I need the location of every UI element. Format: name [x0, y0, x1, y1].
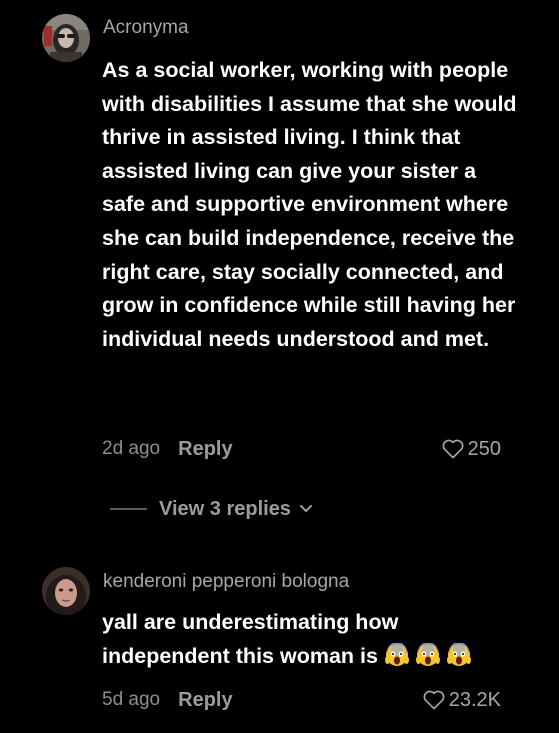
timestamp: 5d ago: [102, 689, 161, 710]
comment-text-content: yall are underestimating how independent…: [102, 610, 399, 668]
comment-text: yall are underestimating how independent…: [102, 606, 532, 673]
divider-line: [110, 508, 147, 510]
avatar[interactable]: [42, 14, 90, 62]
screaming-face-emoji: [384, 642, 409, 666]
like-button[interactable]: 23.2K: [423, 687, 501, 713]
comment-text: As a social worker, working with people …: [102, 58, 517, 351]
comment-meta: 5d ago Reply: [102, 687, 233, 713]
username[interactable]: kenderoni pepperoni bologna: [103, 571, 349, 593]
timestamp: 2d ago: [102, 438, 161, 459]
like-count: 23.2K: [448, 688, 501, 711]
view-replies-button[interactable]: View 3 replies: [110, 496, 313, 522]
heart-icon: [442, 439, 464, 459]
screaming-face-emoji: [446, 642, 471, 666]
heart-icon: [423, 690, 445, 710]
like-button[interactable]: 250: [442, 436, 501, 462]
reply-button[interactable]: Reply: [178, 689, 232, 712]
reply-button[interactable]: Reply: [178, 438, 232, 461]
avatar[interactable]: [42, 567, 90, 615]
screaming-face-emoji: [415, 642, 440, 666]
comment-meta: 2d ago Reply: [102, 436, 233, 462]
chevron-down-icon: [299, 505, 312, 512]
username[interactable]: Acronyma: [103, 17, 189, 39]
view-replies-label: View 3 replies: [159, 497, 291, 520]
like-count: 250: [467, 437, 501, 460]
